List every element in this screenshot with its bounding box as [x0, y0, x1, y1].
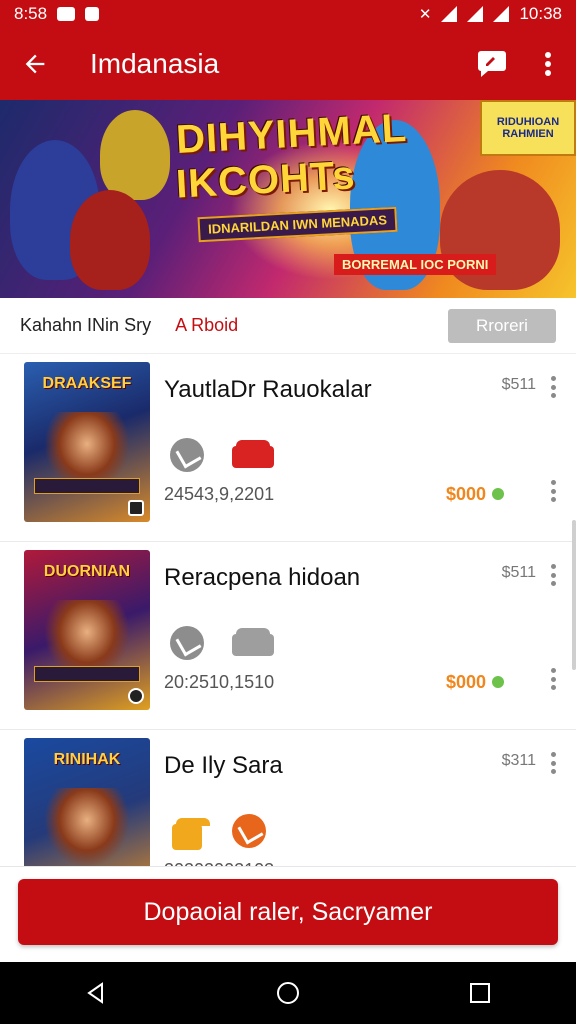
scrollbar[interactable]: [572, 520, 576, 670]
thumbnail-title: RINIHAK: [53, 751, 121, 768]
item-price-top: $511: [501, 564, 536, 581]
badge-icon: [172, 818, 210, 850]
status-time-right: 10:38: [519, 4, 562, 23]
bottom-action-area: Dopaoial raler, Sacryamer: [0, 866, 576, 962]
status-dot-icon: [492, 488, 504, 500]
banner-hero-gold: [100, 110, 170, 200]
item-title[interactable]: Reracpena hidoan: [164, 564, 360, 592]
thumbnail-corner-icon: [128, 500, 144, 516]
filter-link[interactable]: A Rboid: [175, 315, 238, 336]
notification-icon: [57, 7, 76, 21]
primary-action-button[interactable]: Dopaoial raler, Sacryamer: [18, 879, 558, 945]
nav-recents-icon: [470, 983, 490, 1003]
thumbnail-footer: [34, 666, 140, 682]
item-price: $000: [445, 672, 486, 692]
item-thumbnail[interactable]: DRAAKSEF: [24, 362, 150, 522]
chat-icon: [478, 51, 506, 77]
back-arrow-icon: [25, 54, 45, 74]
more-vert-icon: [545, 52, 551, 76]
ticket-icon: [232, 440, 274, 468]
page-title: Imdanasia: [90, 48, 220, 79]
chat-button[interactable]: [464, 28, 520, 100]
thumbnail-title: DUORNIAN: [43, 563, 131, 580]
item-price-top: $511: [501, 376, 536, 393]
item-menu-icon[interactable]: [550, 564, 556, 586]
app-bar: Imdanasia: [0, 28, 576, 100]
nav-home-button[interactable]: [258, 962, 318, 1024]
nav-back-icon: [87, 982, 103, 1004]
item-menu-icon[interactable]: [550, 752, 556, 774]
list-item[interactable]: DRAAKSEF YautlaDr Rauokalar $511 24543,9…: [0, 354, 576, 542]
banner-badge-line2: RAHMIEN: [502, 128, 554, 140]
item-title[interactable]: De Ily Sara: [164, 752, 283, 780]
item-secondary-menu-icon[interactable]: [550, 480, 556, 502]
nav-home-icon: [277, 982, 299, 1004]
item-title[interactable]: YautlaDr Rauokalar: [164, 376, 372, 404]
nav-recents-button[interactable]: [450, 962, 510, 1024]
item-price: $000: [445, 484, 486, 504]
thumbnail-title: DRAAKSEF: [42, 375, 132, 392]
banner-tag: BORREMAL IOC PORNI: [334, 254, 497, 275]
item-meta: 24543,9,2201: [164, 484, 275, 504]
status-time-left: 8:58: [14, 4, 48, 23]
banner-badge-line1: RIDUHIOAN: [496, 115, 560, 128]
status-bar: 8:58 ✕ 10:38: [0, 0, 576, 28]
banner-hero-red: [70, 190, 150, 290]
app-notification-icon: [85, 7, 100, 21]
item-thumbnail[interactable]: DUORNIAN: [24, 550, 150, 710]
product-list: DRAAKSEF YautlaDr Rauokalar $511 24543,9…: [0, 354, 576, 898]
list-item[interactable]: RINIHAK De Ily Sara $311 20202002103: [0, 730, 576, 898]
overflow-menu-button[interactable]: [520, 28, 576, 100]
status-dot-icon: [492, 676, 504, 688]
item-menu-icon[interactable]: [550, 376, 556, 398]
promo-icon[interactable]: [232, 814, 266, 848]
item-meta: 20:2510,1510: [164, 672, 275, 692]
ticket-icon: [232, 628, 274, 656]
wifi-icon: [441, 6, 458, 22]
thumbnail-figure: [44, 788, 130, 868]
sort-label[interactable]: Kahahn INin Sry: [20, 315, 151, 336]
filter-button[interactable]: Rroreri: [448, 308, 556, 343]
list-item[interactable]: DUORNIAN Reracpena hidoan $511 20:2510,1…: [0, 542, 576, 730]
filter-bar: Kahahn INin Sry A Rboid Rroreri: [0, 298, 576, 354]
silent-icon: ✕: [418, 6, 432, 23]
share-icon[interactable]: [170, 626, 204, 660]
thumbnail-footer: [34, 478, 140, 494]
banner-title-line2: IKCOHTs: [174, 153, 357, 207]
item-secondary-menu-icon[interactable]: [550, 668, 556, 690]
thumbnail-corner-icon: [128, 688, 144, 704]
signal-icon: [467, 6, 484, 22]
signal-icon-2: [493, 6, 510, 22]
back-button[interactable]: [0, 28, 70, 100]
nav-back-button[interactable]: [66, 962, 126, 1024]
system-nav-bar: [0, 962, 576, 1024]
share-icon[interactable]: [170, 438, 204, 472]
banner-badge: RIDUHIOAN RAHMIEN: [480, 100, 576, 156]
item-price-top: $311: [501, 752, 536, 769]
